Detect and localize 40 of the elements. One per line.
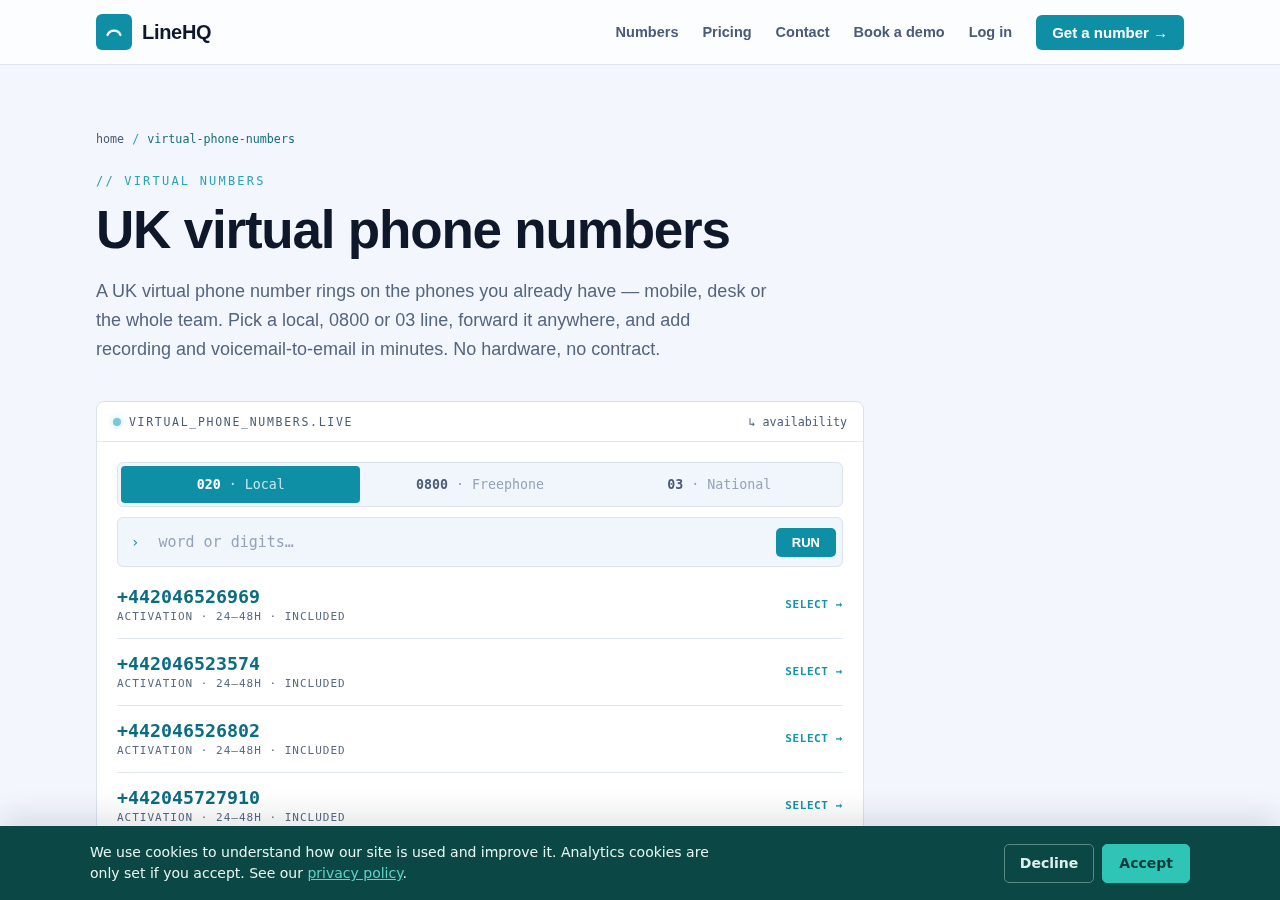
decline-button[interactable]: Decline [1003,843,1095,883]
intro-paragraph: A UK virtual phone number rings on the phones you already have — mobile, desk or the whole team. Pick a local, 0800 or 03 line, forward it anywhere, and add recording and voicemail-to-email in minutes. No hardware, no contract. [96,280,768,361]
phone-number: +442046526969 [117,585,262,609]
number-details: ACTIVATION · 24–48H · INCLUDED [117,609,346,624]
page-title: UK virtual phone numbers [96,199,730,261]
search-field[interactable]: › word or digits… RUN [117,517,843,567]
logo-arc-icon[interactable] [96,14,132,50]
availability-link[interactable]: ↳ availability [748,414,847,429]
search-input[interactable]: word or digits… [158,529,776,555]
privacy-policy-link[interactable]: privacy policy [307,865,403,881]
number-details: ACTIVATION · 24–48H · INCLUDED [117,810,346,825]
panel-title: VIRTUAL_PHONE_NUMBERS.LIVE [129,414,354,429]
select-link[interactable]: SELECT → [785,732,843,745]
breadcrumb-separator: / [132,131,140,147]
section-eyebrow: // VIRTUAL NUMBERS [96,173,266,189]
nav-link[interactable]: Log in [968,24,1013,40]
nav-link[interactable]: Book a demo [853,24,945,40]
number-type-tab[interactable]: 0800 · Freephone [360,466,600,503]
cookie-notice: We use cookies to understand how our site is used and improve it. Analytics cookies are only set if you accept. See our privacy policy. [90,843,710,883]
select-link[interactable]: SELECT → [785,598,843,611]
nav-link[interactable]: Pricing [702,24,752,40]
select-link[interactable]: SELECT → [785,799,843,812]
chevron-icon: › [131,534,140,550]
brand-name[interactable]: LineHQ [142,20,212,44]
accept-button[interactable]: Accept [1102,843,1190,883]
get-number-button[interactable]: Get a number → [1036,14,1184,50]
select-link[interactable]: SELECT → [785,665,843,678]
nav-link[interactable]: Numbers [615,24,679,40]
number-type-tab[interactable]: 020 · Local [121,466,361,503]
phone-number: +442045727910 [117,786,262,810]
phone-number: +442046523574 [117,652,262,676]
number-type-tab[interactable]: 03 · National [599,466,839,503]
breadcrumb-link[interactable]: home [96,131,125,147]
phone-number: +442046526802 [117,719,262,743]
nav-link[interactable]: Contact [775,24,830,40]
number-details: ACTIVATION · 24–48H · INCLUDED [117,676,346,691]
breadcrumb-link[interactable]: virtual-phone-numbers [147,131,295,147]
number-details: ACTIVATION · 24–48H · INCLUDED [117,743,346,758]
run-button[interactable]: RUN [775,527,836,557]
live-dot-icon [113,417,121,426]
